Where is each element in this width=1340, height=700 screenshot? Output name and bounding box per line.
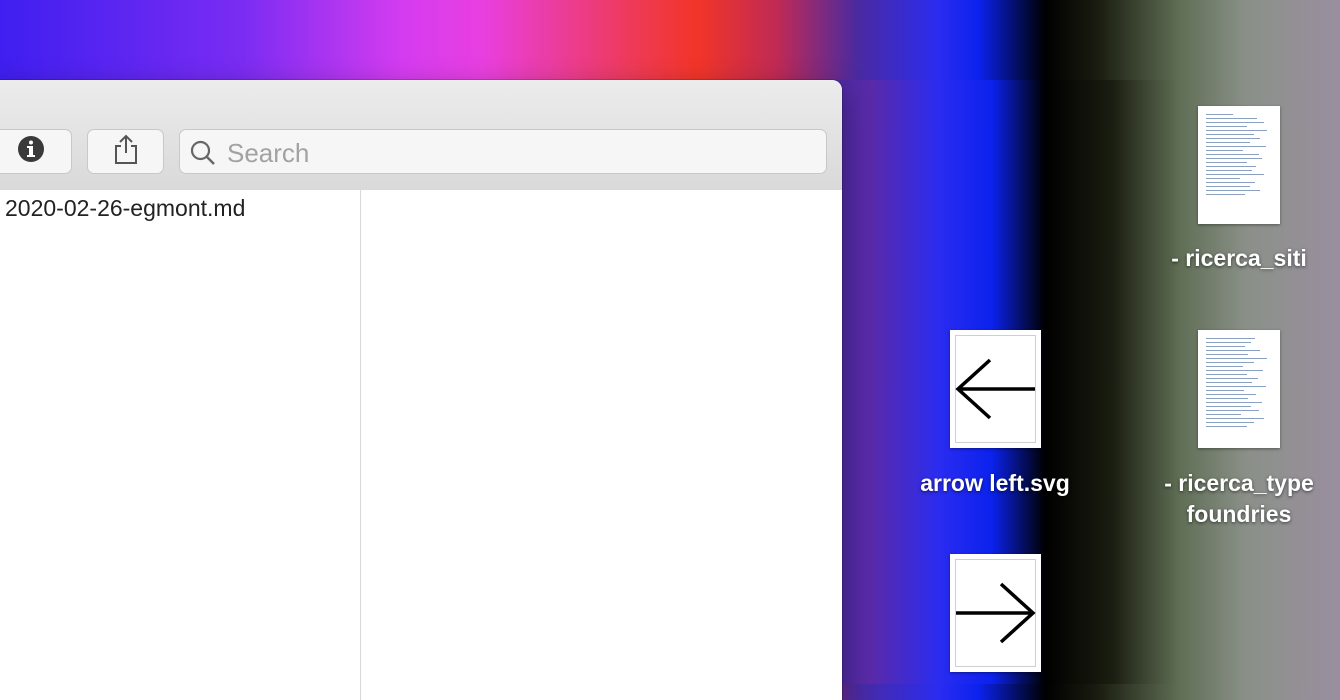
arrow-right-icon <box>950 554 1041 672</box>
file-browser: 2020-02-26-egmont.md <box>0 190 842 700</box>
get-info-button[interactable] <box>0 129 72 174</box>
arrow-left-icon <box>950 330 1041 448</box>
desktop-item-label-line2: foundries <box>1186 501 1292 527</box>
document-thumbnail-icon <box>1198 106 1280 224</box>
search-icon <box>190 140 216 171</box>
desktop-item-label-line1: - ricerca_type <box>1164 470 1314 496</box>
info-icon <box>16 134 46 169</box>
list-item[interactable]: 2020-02-26-egmont.md <box>5 195 245 222</box>
desktop-item-label: - ricerca_type foundries <box>1140 468 1338 530</box>
document-thumbnail-icon <box>1198 330 1280 448</box>
search-input[interactable] <box>225 136 809 170</box>
desktop-item-label: - ricerca_siti <box>1171 245 1307 271</box>
finder-window: 2020-02-26-egmont.md <box>0 80 842 700</box>
toolbar <box>0 80 842 191</box>
desktop-item-label: arrow left.svg <box>920 470 1070 496</box>
share-icon <box>112 133 140 170</box>
share-button[interactable] <box>87 129 164 174</box>
search-field[interactable] <box>179 129 827 174</box>
column-divider[interactable] <box>360 190 361 700</box>
